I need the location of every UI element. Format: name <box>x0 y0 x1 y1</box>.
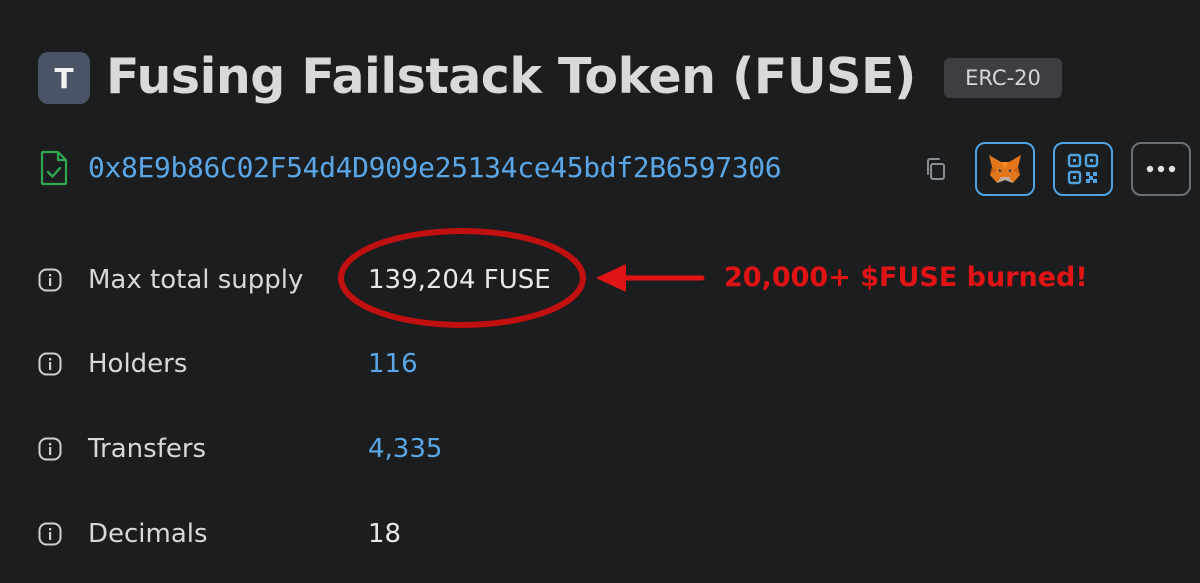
more-options-button[interactable] <box>1131 142 1191 196</box>
token-avatar: T <box>38 52 90 104</box>
detail-label: Max total supply <box>88 265 304 295</box>
holders-link[interactable]: 116 <box>368 342 418 386</box>
annotation-text: 20,000+ $FUSE burned! <box>724 262 1088 293</box>
detail-label: Decimals <box>88 519 208 549</box>
detail-label: Transfers <box>88 434 207 464</box>
token-avatar-letter: T <box>54 61 74 95</box>
info-icon[interactable] <box>38 522 62 546</box>
detail-row-decimals: Decimals 18 <box>38 512 938 556</box>
detail-row-holders: Holders 116 <box>38 342 938 386</box>
info-icon[interactable] <box>38 352 62 376</box>
annotation-overlay <box>338 228 705 328</box>
highlight-ellipse <box>338 228 586 328</box>
contract-address-link[interactable]: 0x8E9b86C02F54d4D909e25134ce45bdf2B65973… <box>88 148 782 188</box>
decimals-value: 18 <box>368 519 402 549</box>
annotation-arrow-head <box>596 264 626 292</box>
copy-icon[interactable] <box>924 157 946 181</box>
metamask-fox-icon <box>989 155 1021 183</box>
qr-code-button[interactable] <box>1053 142 1113 196</box>
info-icon[interactable] <box>38 268 62 292</box>
page-title: Fusing Failstack Token (FUSE) <box>106 48 916 105</box>
info-icon[interactable] <box>38 437 62 461</box>
transfers-link[interactable]: 4,335 <box>368 427 442 471</box>
verified-contract-icon <box>40 150 68 186</box>
more-dots-icon <box>1146 165 1176 173</box>
token-standard-badge: ERC-20 <box>944 58 1062 98</box>
add-to-metamask-button[interactable] <box>975 142 1035 196</box>
detail-label: Holders <box>88 349 188 379</box>
detail-row-transfers: Transfers 4,335 <box>38 427 938 471</box>
qr-code-icon <box>1067 153 1099 185</box>
